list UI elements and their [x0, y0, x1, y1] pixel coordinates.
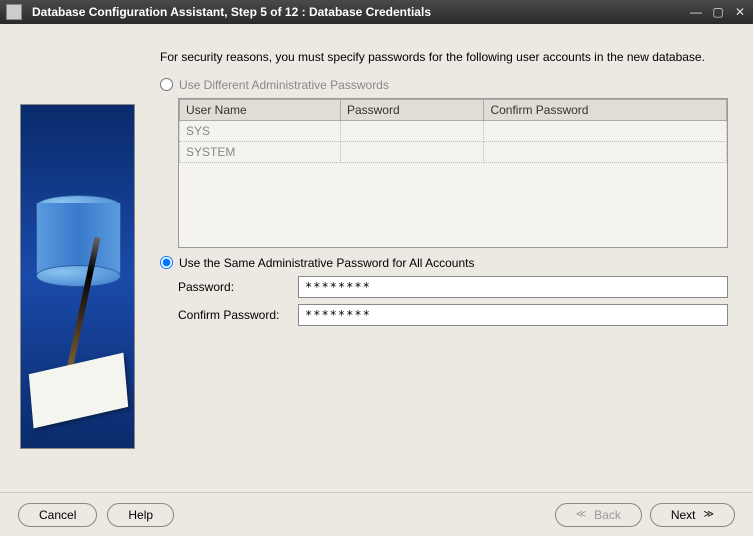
cell-password[interactable] — [340, 120, 483, 141]
maximize-icon[interactable]: ▢ — [711, 5, 725, 19]
database-icon — [36, 195, 121, 295]
table-row: SYS — [180, 120, 727, 141]
help-button[interactable]: Help — [107, 503, 174, 527]
accounts-table: User Name Password Confirm Password SYS … — [178, 98, 728, 248]
col-confirm: Confirm Password — [484, 99, 727, 120]
col-username: User Name — [180, 99, 341, 120]
footer: Cancel Help ≪ Back Next ≫ — [0, 492, 753, 536]
cell-username: SYSTEM — [180, 141, 341, 162]
cancel-button[interactable]: Cancel — [18, 503, 97, 527]
chevron-left-icon: ≪ — [576, 509, 586, 520]
main-panel: For security reasons, you must specify p… — [145, 24, 753, 492]
app-icon — [6, 4, 22, 20]
cell-username: SYS — [180, 120, 341, 141]
option-different-label: Use Different Administrative Passwords — [179, 78, 389, 92]
confirm-password-row: Confirm Password: — [178, 304, 728, 326]
tag-icon — [29, 353, 128, 429]
table-row: SYSTEM — [180, 141, 727, 162]
intro-text: For security reasons, you must specify p… — [160, 49, 728, 66]
titlebar: Database Configuration Assistant, Step 5… — [0, 0, 753, 24]
option-same-label: Use the Same Administrative Password for… — [179, 256, 474, 270]
window-controls: — ▢ ✕ — [689, 5, 747, 19]
back-button[interactable]: ≪ Back — [555, 503, 642, 527]
sidebar — [0, 24, 145, 492]
content-area: For security reasons, you must specify p… — [0, 24, 753, 492]
wizard-graphic — [20, 104, 135, 449]
cell-confirm[interactable] — [484, 141, 727, 162]
password-row: Password: — [178, 276, 728, 298]
confirm-password-label: Confirm Password: — [178, 308, 288, 322]
close-icon[interactable]: ✕ — [733, 5, 747, 19]
radio-same[interactable] — [160, 256, 173, 269]
radio-different[interactable] — [160, 78, 173, 91]
option-same-password[interactable]: Use the Same Administrative Password for… — [160, 256, 728, 270]
cell-password[interactable] — [340, 141, 483, 162]
cell-confirm[interactable] — [484, 120, 727, 141]
option-different-passwords[interactable]: Use Different Administrative Passwords — [160, 78, 728, 92]
col-password: Password — [340, 99, 483, 120]
password-label: Password: — [178, 280, 288, 294]
minimize-icon[interactable]: — — [689, 5, 703, 19]
password-input[interactable] — [298, 276, 728, 298]
confirm-password-input[interactable] — [298, 304, 728, 326]
chevron-right-icon: ≫ — [704, 509, 714, 520]
next-button[interactable]: Next ≫ — [650, 503, 735, 527]
window-title: Database Configuration Assistant, Step 5… — [32, 5, 689, 19]
